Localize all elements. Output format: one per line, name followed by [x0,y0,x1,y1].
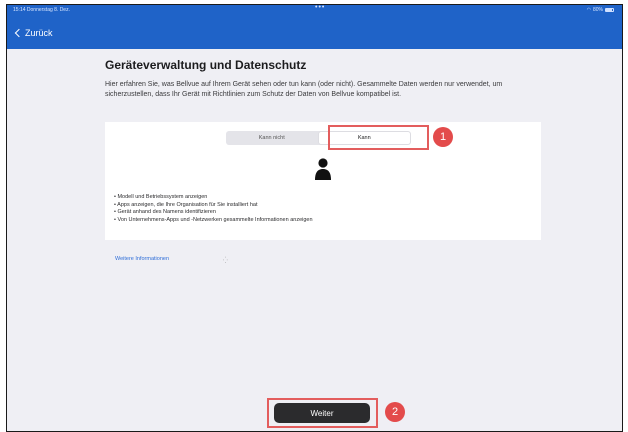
loading-spinner-icon: ⁛ [223,258,228,264]
list-item: Modell und Betriebssystem anzeigen [114,194,313,202]
list-item: Apps anzeigen, die Ihre Organisation für… [114,202,313,210]
back-button[interactable]: Zurück [14,28,53,38]
highlight-box-2 [267,398,378,428]
status-time-date: 15:14 Donnerstag 8. Dez. [13,7,70,13]
back-label: Zurück [25,28,53,38]
list-item: Gerät anhand des Namens identifizieren [114,209,313,217]
multitasking-dots[interactable]: ••• [315,5,325,11]
page-title: Geräteverwaltung und Datenschutz [105,58,307,72]
wifi-icon: ◠ [586,7,591,13]
battery-percent: 80% [592,7,603,13]
battery-icon [605,8,614,12]
chevron-left-icon [14,28,24,38]
segment-kann-nicht[interactable]: Kann nicht [226,131,318,145]
highlight-box-1 [328,125,429,150]
annotation-badge-2: 2 [385,402,405,422]
privacy-card: Kann nicht Kann Modell und Betriebssyste… [105,122,541,240]
more-info-link[interactable]: Weitere Informationen [115,256,169,262]
status-indicators: ◠ 80% [587,7,614,13]
annotation-badge-1: 1 [433,127,453,147]
page-header: Geräteverwaltung und Datenschutz Hier er… [105,58,541,99]
capabilities-list: Modell und Betriebssystem anzeigen Apps … [114,194,313,225]
navigation-bar: 15:14 Donnerstag 8. Dez. ••• ◠ 80% Zurüc… [7,5,622,49]
page-description: Hier erfahren Sie, was Bellvue auf Ihrem… [105,81,503,98]
list-item: Von Unternehmens-Apps und -Netzwerken ge… [114,217,312,225]
person-silhouette-icon [315,158,331,180]
